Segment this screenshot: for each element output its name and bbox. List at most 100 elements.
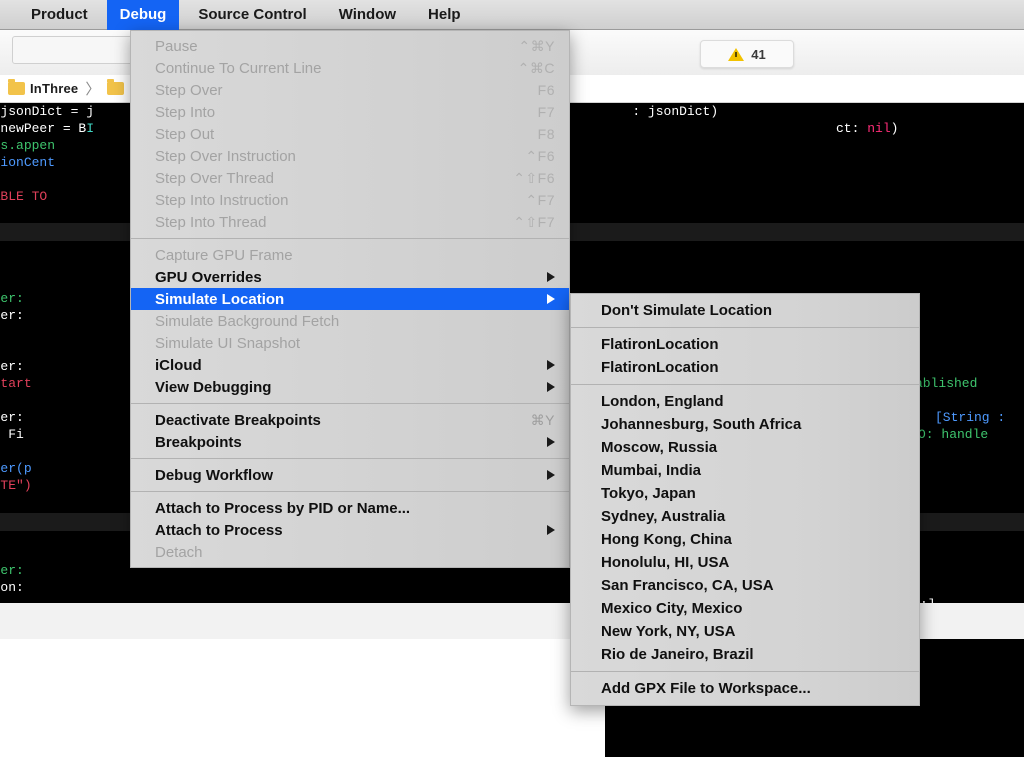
location-item-flatironlocation[interactable]: FlatironLocation bbox=[571, 356, 919, 379]
code-line: eerManager: bbox=[0, 562, 24, 579]
code-token: .peers.appen bbox=[0, 138, 56, 153]
menu-item-breakpoints[interactable]: Breakpoints bbox=[131, 431, 569, 453]
menu-item-simulate-background-fetch: Simulate Background Fetch bbox=[131, 310, 569, 332]
location-item-new-york-ny-usa[interactable]: New York, NY, USA bbox=[571, 620, 919, 643]
menu-separator bbox=[131, 491, 569, 492]
menu-item-step-into-thread: Step Into Thread ⌃⇧F7 bbox=[131, 211, 569, 233]
code-token: (_ browser: bbox=[0, 359, 24, 374]
menu-item-label: Pause bbox=[155, 37, 198, 55]
code-line: ablished bbox=[915, 375, 977, 392]
menu-item-label: Add GPX File to Workspace... bbox=[601, 680, 811, 697]
location-item-johannesburg-south-africa[interactable]: Johannesburg, South Africa bbox=[571, 413, 919, 436]
location-item-sydney-australia[interactable]: Sydney, Australia bbox=[571, 505, 919, 528]
code-token: : jsonDict) bbox=[632, 104, 719, 119]
menu-item-label: Attach to Process by PID or Name... bbox=[155, 499, 411, 517]
menubar-item-help[interactable]: Help bbox=[415, 0, 474, 30]
menu-separator bbox=[571, 671, 919, 672]
menu-item-detach: Detach bbox=[131, 541, 569, 563]
code-token: (_ browser: bbox=[0, 308, 24, 323]
location-item-san-francisco-ca-usa[interactable]: San Francisco, CA, USA bbox=[571, 574, 919, 597]
menu-item-label: Tokyo, Japan bbox=[601, 485, 696, 502]
location-item-hong-kong-china[interactable]: Hong Kong, China bbox=[571, 528, 919, 551]
breadcrumb-separator-icon: 〉 bbox=[85, 81, 101, 98]
menu-item-simulate-location[interactable]: Simulate Location bbox=[131, 288, 569, 310]
location-item-tokyo-japan[interactable]: Tokyo, Japan bbox=[571, 482, 919, 505]
code-token: "UNABLE TO bbox=[0, 189, 48, 204]
location-item-mumbai-india[interactable]: Mumbai, India bbox=[571, 459, 919, 482]
code-line: (_ browser: bbox=[0, 358, 24, 375]
menu-item-label: Step Over Thread bbox=[155, 169, 274, 187]
location-item-mexico-city-mexico[interactable]: Mexico City, Mexico bbox=[571, 597, 919, 620]
code-line: (_ browser: bbox=[0, 307, 24, 324]
code-line: (_ browser: bbox=[0, 409, 24, 426]
menu-item-shortcut: ⌃F6 bbox=[525, 147, 555, 164]
menu-item-label: GPU Overrides bbox=[155, 268, 262, 286]
location-item-add-gpx-file-to-workspace[interactable]: Add GPX File to Workspace... bbox=[571, 677, 919, 700]
menu-item-deactivate-breakpoints[interactable]: Deactivate Breakpoints ⌘Y bbox=[131, 409, 569, 431]
menu-item-view-debugging[interactable]: View Debugging bbox=[131, 376, 569, 398]
menu-item-label: Sydney, Australia bbox=[601, 508, 726, 525]
menu-item-icloud[interactable]: iCloud bbox=[131, 354, 569, 376]
location-item-london-england[interactable]: London, England bbox=[571, 390, 919, 413]
menu-item-attach-to-process[interactable]: Attach to Process bbox=[131, 519, 569, 541]
menubar-item-debug[interactable]: Debug bbox=[106, 0, 180, 30]
menu-item-step-over-instruction: Step Over Instruction ⌃F6 bbox=[131, 145, 569, 167]
menu-item-debug-workflow[interactable]: Debug Workflow bbox=[131, 464, 569, 486]
menu-item-label: Simulate Location bbox=[155, 290, 285, 308]
code-token: eerManager: bbox=[0, 563, 24, 578]
code-token: invitePeer(p bbox=[0, 461, 32, 476]
code-token: eerManager: bbox=[0, 291, 24, 306]
code-token: O: handle bbox=[918, 427, 989, 442]
location-item-rio-de-janeiro-brazil[interactable]: Rio de Janeiro, Brazil bbox=[571, 643, 919, 666]
submenu-arrow-icon bbox=[547, 294, 555, 304]
menubar-item-product[interactable]: Product bbox=[18, 0, 101, 30]
menu-item-shortcut: ⌃⌘Y bbox=[518, 37, 555, 54]
menu-item-label: Step Into Instruction bbox=[155, 191, 289, 209]
breadcrumb-project[interactable]: InThree bbox=[30, 81, 78, 96]
menubar-item-window[interactable]: Window bbox=[326, 0, 409, 30]
menu-item-shortcut: ⌃⇧F7 bbox=[513, 213, 555, 230]
menu-item-step-into-instruction: Step Into Instruction ⌃F7 bbox=[131, 189, 569, 211]
menu-item-label: London, England bbox=[601, 393, 724, 410]
menu-item-label: Step Into bbox=[155, 103, 216, 121]
menu-item-continue-to-current-line: Continue To Current Line ⌃⌘C bbox=[131, 57, 569, 79]
code-token: (_ browser: bbox=[0, 410, 24, 425]
code-line: ENT INVITE") bbox=[0, 477, 32, 494]
submenu-arrow-icon bbox=[547, 470, 555, 480]
menu-item-gpu-overrides[interactable]: GPU Overrides bbox=[131, 266, 569, 288]
code-line: invitePeer(p bbox=[0, 460, 32, 477]
menu-item-label: Don't Simulate Location bbox=[601, 302, 773, 319]
menu-item-label: New York, NY, USA bbox=[601, 623, 736, 640]
location-item-don-t-simulate-location[interactable]: Don't Simulate Location bbox=[571, 299, 919, 322]
menu-item-label: Debug Workflow bbox=[155, 466, 274, 484]
menu-item-label: Johannesburg, South Africa bbox=[601, 416, 802, 433]
location-item-honolulu-hi-usa[interactable]: Honolulu, HI, USA bbox=[571, 551, 919, 574]
menu-item-label: Mumbai, India bbox=[601, 462, 702, 479]
simulate-location-submenu[interactable]: Don't Simulate Location FlatironLocation F… bbox=[570, 293, 920, 706]
menu-separator bbox=[571, 327, 919, 328]
issue-badge[interactable]: 41 bbox=[700, 40, 794, 68]
code-line: O: handle bbox=[918, 426, 988, 443]
menu-separator bbox=[131, 403, 569, 404]
code-line: :] bbox=[920, 596, 936, 603]
code-line: [String : bbox=[935, 409, 1005, 426]
code-token: ificationCent bbox=[0, 155, 56, 170]
menu-separator bbox=[571, 384, 919, 385]
issue-count: 41 bbox=[751, 46, 766, 62]
folder-icon bbox=[8, 79, 25, 95]
debug-menu[interactable]: Pause ⌃⌘Y Continue To Current Line ⌃⌘C Step … bbox=[130, 30, 570, 568]
menu-item-label: Step Over bbox=[155, 81, 223, 99]
menu-bar: Product Debug Source Control Window Help bbox=[0, 0, 1024, 30]
location-item-moscow-russia[interactable]: Moscow, Russia bbox=[571, 436, 919, 459]
menu-item-step-over: Step Over F6 bbox=[131, 79, 569, 101]
location-item-flatironlocation[interactable]: FlatironLocation bbox=[571, 333, 919, 356]
menubar-item-source-control[interactable]: Source Control bbox=[185, 0, 319, 30]
code-token: :] bbox=[920, 597, 936, 603]
menu-item-label: View Debugging bbox=[155, 378, 272, 396]
menu-separator bbox=[131, 238, 569, 239]
code-token: ablished bbox=[915, 376, 978, 391]
menu-item-attach-to-process-by-pid-or-name[interactable]: Attach to Process by PID or Name... bbox=[131, 497, 569, 519]
menu-item-step-into: Step Into F7 bbox=[131, 101, 569, 123]
code-line: (_ session: bbox=[0, 579, 24, 596]
menu-item-shortcut: F6 bbox=[537, 82, 555, 98]
